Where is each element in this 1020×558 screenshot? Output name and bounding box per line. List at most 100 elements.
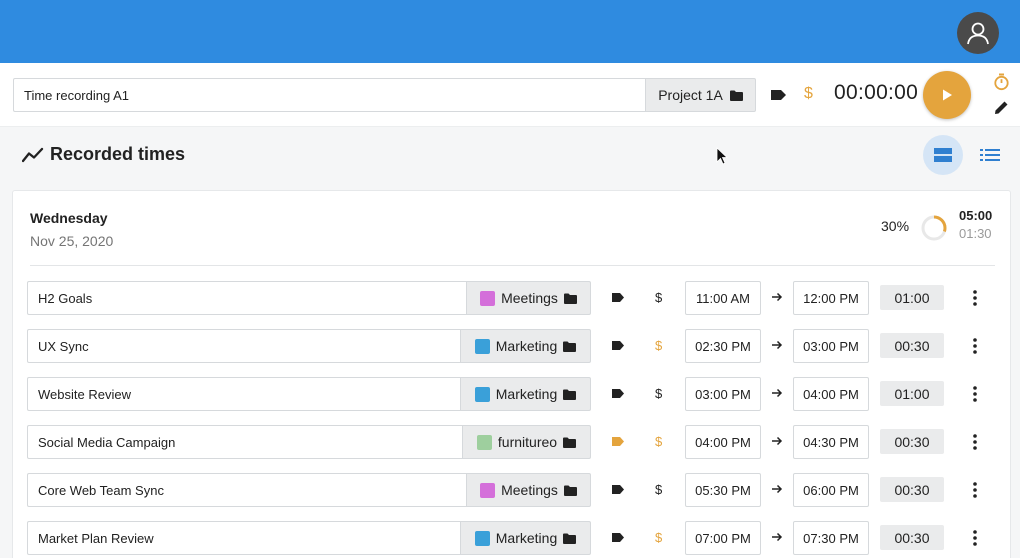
end-time-input[interactable]: 04:30 PM (793, 425, 869, 459)
time-entry-row: Social Media Campaign furnitureo $ 04:00… (27, 425, 1007, 459)
entry-project-label: Marketing (495, 530, 558, 546)
start-time-input[interactable]: 03:00 PM (685, 377, 761, 411)
tag-icon[interactable] (612, 388, 625, 399)
time-tracker-bar: Project 1A $ 00:00:00 (0, 63, 1020, 127)
more-options-icon[interactable] (967, 336, 983, 356)
start-time-input[interactable]: 05:30 PM (685, 473, 761, 507)
arrow-right-icon (772, 340, 783, 350)
section-header: Recorded times (22, 144, 185, 165)
timer-display: 00:00:00 (834, 81, 919, 104)
entry-project-button[interactable]: Meetings (466, 473, 591, 507)
tag-icon[interactable] (612, 484, 625, 495)
folder-icon (563, 485, 577, 496)
arrow-right-icon (772, 436, 783, 446)
description-input[interactable] (13, 78, 645, 112)
stopwatch-icon[interactable] (993, 73, 1010, 91)
tag-icon[interactable] (612, 436, 625, 447)
billable-dollar-icon[interactable]: $ (804, 85, 813, 103)
arrow-right-icon (772, 388, 783, 398)
mouse-cursor-icon (716, 147, 728, 165)
play-icon (943, 89, 952, 101)
entry-description[interactable]: UX Sync (27, 329, 461, 363)
entry-description[interactable]: Market Plan Review (27, 521, 461, 555)
entry-description[interactable]: H2 Goals (27, 281, 467, 315)
entry-description[interactable]: Social Media Campaign (27, 425, 463, 459)
user-avatar[interactable] (957, 12, 999, 54)
entry-duration[interactable]: 00:30 (880, 525, 944, 550)
billable-percent: 30% (881, 218, 910, 234)
day-billable-duration: 01:30 (959, 226, 992, 241)
start-time-input[interactable]: 07:00 PM (685, 521, 761, 555)
trend-line-icon (22, 147, 44, 162)
user-icon (967, 22, 989, 45)
more-options-icon[interactable] (967, 528, 983, 548)
arrow-right-icon (772, 292, 783, 302)
end-time-input[interactable]: 03:00 PM (793, 329, 869, 363)
folder-icon (563, 293, 577, 304)
entry-project-label: furnitureo (497, 434, 558, 450)
start-time-input[interactable]: 02:30 PM (685, 329, 761, 363)
compact-view-toggle[interactable] (923, 135, 963, 175)
time-entry-row: Core Web Team Sync Meetings $ 05:30 PM 0… (27, 473, 1007, 507)
tag-icon[interactable] (612, 532, 625, 543)
entry-duration[interactable]: 00:30 (880, 333, 944, 358)
entry-duration[interactable]: 00:30 (880, 477, 944, 502)
billable-dollar-icon[interactable]: $ (655, 530, 662, 545)
tag-icon[interactable] (612, 292, 625, 303)
entry-duration[interactable]: 00:30 (880, 429, 944, 454)
entry-project-label: Marketing (495, 338, 558, 354)
billable-progress-ring (921, 215, 947, 241)
entry-project-button[interactable]: Meetings (466, 281, 591, 315)
start-time-input[interactable]: 11:00 AM (685, 281, 761, 315)
entry-project-button[interactable]: furnitureo (462, 425, 591, 459)
list-view-icon[interactable] (980, 148, 1000, 162)
start-time-input[interactable]: 04:00 PM (685, 425, 761, 459)
folder-icon (563, 341, 577, 352)
project-select-button[interactable]: Project 1A (645, 78, 756, 112)
tag-icon[interactable] (612, 340, 625, 351)
end-time-input[interactable]: 04:00 PM (793, 377, 869, 411)
pencil-icon[interactable] (993, 99, 1010, 116)
day-date: Nov 25, 2020 (30, 233, 114, 249)
entry-project-label: Marketing (495, 386, 558, 402)
entry-description[interactable]: Website Review (27, 377, 461, 411)
more-options-icon[interactable] (967, 384, 983, 404)
end-time-input[interactable]: 07:30 PM (793, 521, 869, 555)
more-options-icon[interactable] (967, 480, 983, 500)
project-color-swatch (480, 290, 496, 306)
billable-dollar-icon[interactable]: $ (655, 386, 662, 401)
time-entry-row: Market Plan Review Marketing $ 07:00 PM … (27, 521, 1007, 555)
billable-dollar-icon[interactable]: $ (655, 338, 662, 353)
entry-project-button[interactable]: Marketing (460, 329, 591, 363)
end-time-input[interactable]: 12:00 PM (793, 281, 869, 315)
end-time-input[interactable]: 06:00 PM (793, 473, 869, 507)
day-name: Wednesday (30, 210, 108, 226)
more-options-icon[interactable] (967, 432, 983, 452)
entry-project-button[interactable]: Marketing (460, 377, 591, 411)
start-timer-button[interactable] (923, 71, 971, 119)
section-title: Recorded times (50, 144, 186, 164)
entry-project-label: Meetings (501, 482, 558, 498)
folder-icon (729, 90, 743, 101)
entry-duration[interactable]: 01:00 (880, 285, 944, 310)
app-header (0, 0, 1020, 63)
rows-view-icon (934, 148, 952, 162)
entry-duration[interactable]: 01:00 (880, 381, 944, 406)
time-entry-row: UX Sync Marketing $ 02:30 PM 03:00 PM 00… (27, 329, 1007, 363)
tag-icon[interactable] (770, 87, 788, 103)
billable-dollar-icon[interactable]: $ (655, 434, 662, 449)
divider (30, 265, 995, 266)
entry-project-label: Meetings (501, 290, 558, 306)
billable-dollar-icon[interactable]: $ (655, 482, 662, 497)
folder-icon (563, 437, 577, 448)
time-entry-row: H2 Goals Meetings $ 11:00 AM 12:00 PM 01… (27, 281, 1007, 315)
more-options-icon[interactable] (967, 288, 983, 308)
project-color-swatch (474, 530, 490, 546)
entry-description[interactable]: Core Web Team Sync (27, 473, 467, 507)
billable-dollar-icon[interactable]: $ (655, 290, 662, 305)
project-label: Project 1A (658, 87, 723, 103)
entry-project-button[interactable]: Marketing (460, 521, 591, 555)
folder-icon (563, 533, 577, 544)
arrow-right-icon (772, 484, 783, 494)
arrow-right-icon (772, 532, 783, 542)
